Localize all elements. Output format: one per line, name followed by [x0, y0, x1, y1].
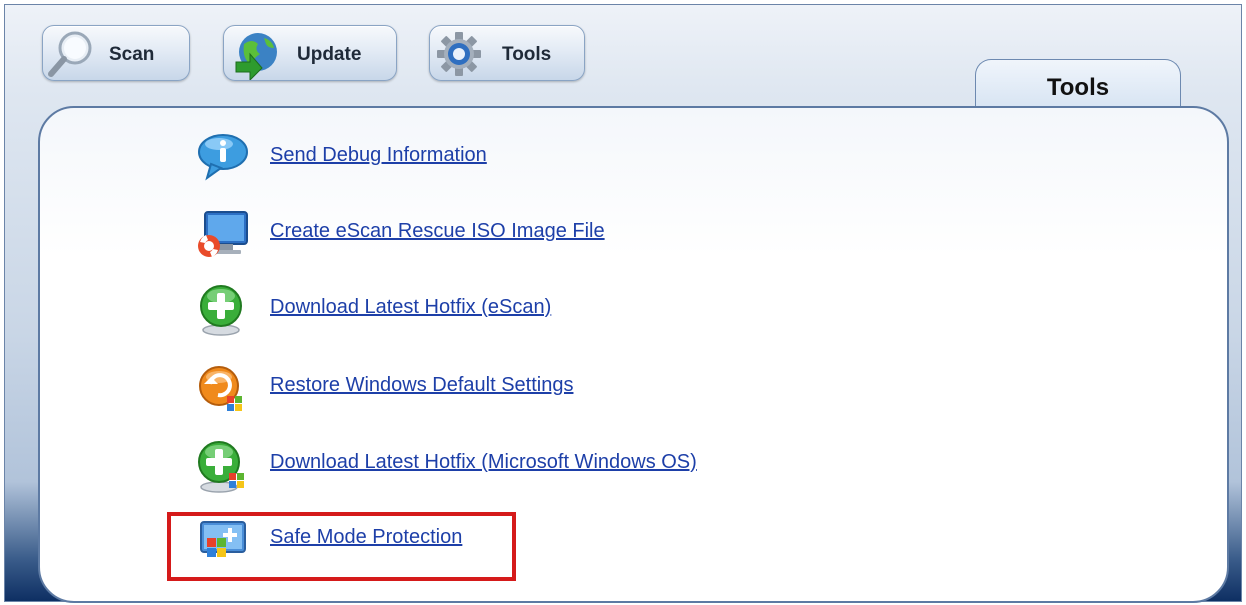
app-window: Scan Update Tools Tools Send Debug Infor… — [4, 4, 1242, 603]
update-button[interactable]: Update — [223, 25, 397, 81]
info-bubble-icon — [198, 134, 248, 181]
restore-windows-icon — [199, 366, 242, 411]
hotfix-escan-link[interactable]: Download Latest Hotfix (eScan) — [270, 296, 551, 319]
tools-button[interactable]: Tools — [429, 25, 585, 81]
globe-update-icon — [235, 33, 277, 80]
tab-tools[interactable]: Tools — [975, 59, 1181, 109]
send-debug-link[interactable]: Send Debug Information — [270, 144, 487, 167]
restore-windows-link[interactable]: Restore Windows Default Settings — [270, 374, 573, 397]
tab-tools-label: Tools — [1046, 74, 1110, 101]
rescue-iso-link[interactable]: Create eScan Rescue ISO Image File — [270, 220, 605, 243]
scan-button[interactable]: Scan — [42, 25, 190, 81]
hotfix-windows-link[interactable]: Download Latest Hotfix (Microsoft Window… — [270, 451, 697, 474]
rescue-monitor-icon — [198, 211, 248, 257]
magnifier-icon — [48, 31, 92, 77]
safe-mode-highlight-box — [167, 512, 516, 581]
scan-label: Scan — [109, 44, 155, 65]
gear-icon — [437, 32, 481, 76]
tools-label: Tools — [502, 44, 552, 65]
update-label: Update — [297, 44, 362, 65]
green-plus-windows-icon — [198, 441, 244, 493]
green-plus-icon — [200, 285, 242, 336]
